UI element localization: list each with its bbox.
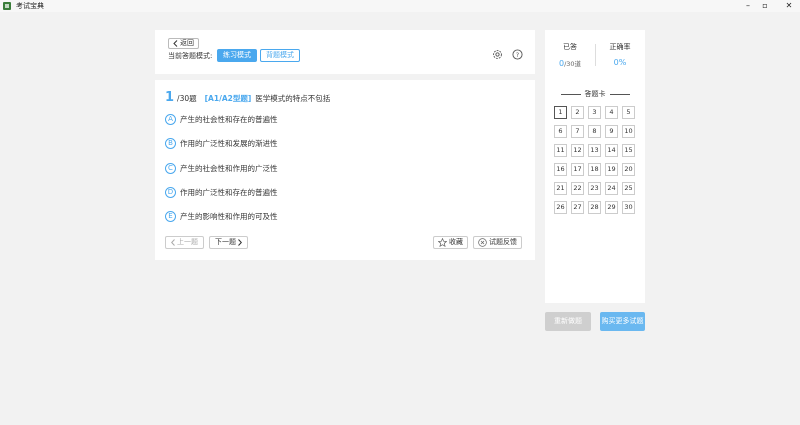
divider xyxy=(609,93,630,95)
buy-more-button[interactable]: 购买更多试题 xyxy=(600,312,645,331)
mode-toolbar: 返回 当前答题模式: 练习模式 背题模式 ? xyxy=(155,30,535,74)
title-bar: 考试宝典 – ▫ ✕ xyxy=(0,0,800,12)
answer-card-cell[interactable]: 10 xyxy=(622,125,635,138)
question-card: 1 /30题 [A1/A2型题] 医学模式的特点不包括 A 产生的社会性和存在的… xyxy=(155,80,535,260)
option-text: 作用的广泛性和发展的渐进性 xyxy=(180,138,278,148)
memorize-mode-button[interactable]: 背题模式 xyxy=(260,49,300,62)
answer-card-cell[interactable]: 30 xyxy=(622,201,635,214)
favorite-label: 收藏 xyxy=(449,238,463,246)
answer-card-cell[interactable]: 12 xyxy=(571,144,584,157)
answer-card-cell[interactable]: 28 xyxy=(588,201,601,214)
answer-card-cell[interactable]: 23 xyxy=(588,182,601,195)
option-letter: E xyxy=(165,210,176,222)
chevron-left-icon xyxy=(173,40,178,47)
option-text: 产生的社会性和作用的广泛性 xyxy=(180,163,278,173)
svg-text:?: ? xyxy=(516,51,519,59)
option-letter: B xyxy=(165,137,176,149)
back-label: 返回 xyxy=(180,39,194,47)
report-label: 试题反馈 xyxy=(489,238,517,246)
answer-sheet-label: 答题卡 xyxy=(584,90,606,98)
question-header: 1 /30题 [A1/A2型题] 医学模式的特点不包括 xyxy=(165,90,330,105)
option-c[interactable]: C 产生的社会性和作用的广泛性 xyxy=(165,162,278,174)
answer-card-cell[interactable]: 6 xyxy=(554,125,567,138)
answer-card-cell[interactable]: 19 xyxy=(605,163,618,176)
prev-question-button[interactable]: 上一题 xyxy=(165,236,204,249)
app-logo-icon xyxy=(3,2,11,10)
answer-card-cell[interactable]: 22 xyxy=(571,182,584,195)
accuracy-stat: 正确率 0% xyxy=(595,42,645,67)
accuracy-value: 0% xyxy=(613,58,627,67)
answer-card-cell[interactable]: 13 xyxy=(588,144,601,157)
answer-card-cell[interactable]: 16 xyxy=(554,163,567,176)
answer-grid: 1 2 3 4 5 6 7 8 9 10 11 12 13 14 15 16 17 18 19 20 21 22 23 24 2… xyxy=(554,106,635,214)
answer-card-cell[interactable]: 9 xyxy=(605,125,618,138)
answer-card-cell[interactable]: 3 xyxy=(588,106,601,119)
answer-card-panel: 已答 0/30道 正确率 0% 答题卡 1 2 3 4 5 6 7 8 9 10 11 12 13 14 1… xyxy=(545,30,645,303)
answer-card-cell[interactable]: 17 xyxy=(571,163,584,176)
divider xyxy=(560,93,581,95)
answered-label: 已答 xyxy=(563,43,577,51)
answer-card-cell[interactable]: 29 xyxy=(605,201,618,214)
next-label: 下一题 xyxy=(215,238,236,246)
chevron-left-icon xyxy=(171,239,175,246)
close-icon[interactable]: ✕ xyxy=(781,0,797,12)
answer-card-cell[interactable]: 27 xyxy=(571,201,584,214)
answer-card-cell[interactable]: 2 xyxy=(571,106,584,119)
report-button[interactable]: 试题反馈 xyxy=(473,236,522,249)
option-text: 产生的社会性和存在的普遍性 xyxy=(180,114,278,124)
star-icon xyxy=(438,238,447,247)
answer-card-cell[interactable]: 21 xyxy=(554,182,567,195)
option-text: 产生的影响性和作用的可及性 xyxy=(180,211,278,221)
accuracy-label: 正确率 xyxy=(609,43,631,51)
answer-card-cell[interactable]: 25 xyxy=(622,182,635,195)
reset-button[interactable]: 重新做题 xyxy=(545,312,591,331)
back-button[interactable]: 返回 xyxy=(168,38,199,49)
answered-value: 0/30道 xyxy=(545,58,595,68)
question-text: 医学模式的特点不包括 xyxy=(255,94,331,103)
next-question-button[interactable]: 下一题 xyxy=(209,236,248,249)
option-b[interactable]: B 作用的广泛性和发展的渐进性 xyxy=(165,137,278,149)
option-text: 作用的广泛性和存在的普遍性 xyxy=(180,187,278,197)
answered-stat: 已答 0/30道 xyxy=(545,42,595,68)
help-icon[interactable]: ? xyxy=(512,49,523,60)
answer-card-cell[interactable]: 4 xyxy=(605,106,618,119)
option-a[interactable]: A 产生的社会性和存在的普遍性 xyxy=(165,113,278,125)
answer-sheet-title: 答题卡 xyxy=(545,89,645,99)
option-d[interactable]: D 作用的广泛性和存在的普遍性 xyxy=(165,186,278,198)
option-e[interactable]: E 产生的影响性和作用的可及性 xyxy=(165,210,278,222)
answer-card-cell[interactable]: 15 xyxy=(622,144,635,157)
answer-card-cell[interactable]: 26 xyxy=(554,201,567,214)
option-letter: D xyxy=(165,186,176,198)
answer-card-cell[interactable]: 14 xyxy=(605,144,618,157)
answer-card-cell[interactable]: 20 xyxy=(622,163,635,176)
window-title: 考试宝典 xyxy=(16,2,44,10)
chevron-right-icon xyxy=(238,239,242,246)
favorite-button[interactable]: 收藏 xyxy=(433,236,468,249)
answer-card-cell[interactable]: 5 xyxy=(622,106,635,119)
answer-card-cell[interactable]: 11 xyxy=(554,144,567,157)
answer-card-cell[interactable]: 7 xyxy=(571,125,584,138)
answer-card-cell[interactable]: 8 xyxy=(588,125,601,138)
close-circle-icon xyxy=(478,238,487,247)
maximize-icon[interactable]: ▫ xyxy=(757,0,773,12)
practice-mode-button[interactable]: 练习模式 xyxy=(217,49,257,62)
mode-label: 当前答题模式: xyxy=(168,52,213,60)
answer-card-cell[interactable]: 1 xyxy=(554,106,567,119)
minimize-icon[interactable]: – xyxy=(740,0,756,12)
prev-label: 上一题 xyxy=(177,238,198,246)
question-number: 1 xyxy=(165,90,175,105)
question-type: [A1/A2型题] xyxy=(204,94,252,103)
option-letter: C xyxy=(165,162,176,174)
answer-card-cell[interactable]: 18 xyxy=(588,163,601,176)
gear-icon[interactable] xyxy=(492,49,503,60)
option-letter: A xyxy=(165,113,176,125)
answered-suffix: /30道 xyxy=(564,60,582,68)
question-total: /30题 xyxy=(177,94,197,103)
answer-card-cell[interactable]: 24 xyxy=(605,182,618,195)
